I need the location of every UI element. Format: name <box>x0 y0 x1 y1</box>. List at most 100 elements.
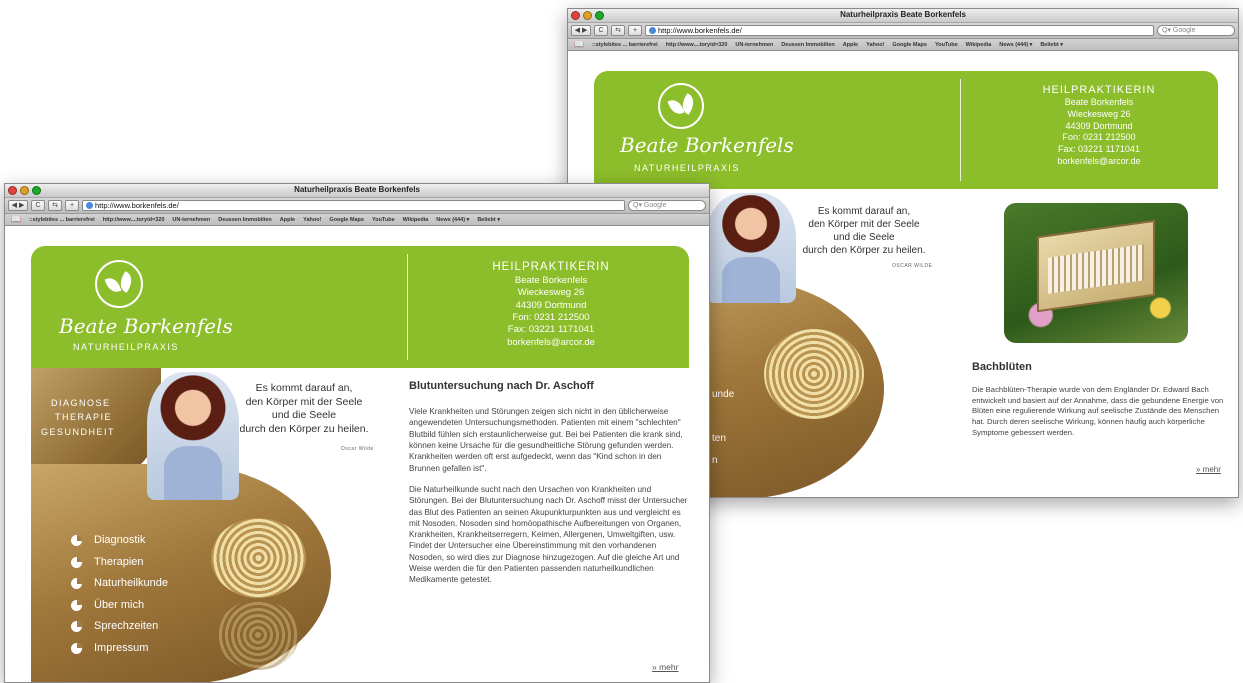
ammonite-reflection <box>217 600 299 670</box>
bookmark-item[interactable]: Yahoo! <box>303 217 321 223</box>
bookmark-item[interactable]: Deussen Immobilien <box>218 217 272 223</box>
quote: Es kommt darauf an, den Körper mit der S… <box>789 205 939 257</box>
back-forward-button[interactable]: ◀ ▶ <box>571 25 591 36</box>
bookmark-item[interactable]: Yahoo! <box>866 42 884 48</box>
address-bar[interactable]: http://www.borkenfels.de/ <box>645 25 1154 36</box>
left-nav: Diagnose Therapie Gesundheit <box>41 396 115 439</box>
menu-item-partial[interactable]: ten <box>712 433 726 444</box>
menu-item-impressum[interactable]: Impressum <box>71 638 168 660</box>
contact-email[interactable]: borkenfels@arcor.de <box>1024 156 1174 168</box>
menu-item-partial[interactable]: unde <box>712 389 734 400</box>
ammonite-image <box>764 329 864 419</box>
portrait-photo <box>147 372 239 500</box>
add-bookmark-icon[interactable]: + <box>628 25 642 36</box>
browser-toolbar: ◀ ▶ C ⇆ + http://www.borkenfels.de/ Q▾ G… <box>5 198 709 214</box>
menu-item-label: Über mich <box>94 598 145 611</box>
menu-item-partial[interactable]: n <box>712 455 718 466</box>
add-bookmark-icon[interactable]: + <box>65 200 79 211</box>
menu-item-label: Therapien <box>94 555 144 568</box>
nav-gesundheit[interactable]: Gesundheit <box>41 425 115 439</box>
menu-bullet-icon <box>71 578 82 590</box>
nav-diagnose[interactable]: Diagnose <box>41 396 115 410</box>
bachblueten-photo <box>1004 203 1188 343</box>
menu-item-naturheilkunde[interactable]: Naturheilkunde <box>71 573 168 595</box>
contact-fax: Fax: 03221 1171041 <box>1058 144 1140 155</box>
quote-author: Oscar Wilde <box>341 446 374 452</box>
article-paragraph: Viele Krankheiten und Störungen zeigen s… <box>409 407 683 473</box>
bookmarks-bar: 📖 ::stylebites ... barrierefrei http://w… <box>5 214 709 226</box>
snapback-icon[interactable]: ⇆ <box>48 200 62 211</box>
bookmark-item[interactable]: ::stylebites ... barrierefrei <box>29 217 95 223</box>
bookmarks-book-icon[interactable]: 📖 <box>574 40 584 49</box>
bookmark-item[interactable]: Deussen Immobilien <box>781 42 835 48</box>
bookmark-item[interactable]: ::stylebites ... barrierefrei <box>592 42 658 48</box>
bookmarks-book-icon[interactable]: 📖 <box>11 215 21 224</box>
contact-title: HEILPRAKTIKERIN <box>492 261 610 273</box>
quote-line: und die Seele <box>271 409 337 422</box>
bookmark-item[interactable]: Beliebt ▾ <box>477 217 500 223</box>
bookmark-item[interactable]: YouTube <box>372 217 395 223</box>
address-bar[interactable]: http://www.borkenfels.de/ <box>82 200 625 211</box>
menu-item-diagnostik[interactable]: Diagnostik <box>71 530 168 552</box>
bookmark-item[interactable]: Wikipedia <box>403 217 429 223</box>
contact-fax: Fax: 03221 1171041 <box>507 324 595 336</box>
url-text: http://www.borkenfels.de/ <box>658 26 742 35</box>
portrait-photo <box>706 193 796 303</box>
quote-line: durch den Körper zu heilen. <box>802 245 926 256</box>
bookmark-item[interactable]: UN-ternehmen <box>172 217 210 223</box>
browser-window-front[interactable]: Naturheilpraxis Beate Borkenfels ◀ ▶ C ⇆… <box>4 183 710 683</box>
main-menu: Diagnostik Therapien Naturheilkunde Über… <box>71 530 168 659</box>
nav-therapie[interactable]: Therapie <box>41 410 115 424</box>
search-input[interactable]: Q▾ Google <box>628 200 706 211</box>
browser-toolbar: ◀ ▶ C ⇆ + http://www.borkenfels.de/ Q▾ G… <box>568 23 1238 39</box>
snapback-icon[interactable]: ⇆ <box>611 25 625 36</box>
bookmark-item[interactable]: http://www....toryid=320 <box>103 217 165 223</box>
bookmark-item[interactable]: Google Maps <box>892 42 927 48</box>
bookmark-item[interactable]: Google Maps <box>329 217 364 223</box>
ammonite-image <box>211 518 306 598</box>
contact-name: Beate Borkenfels <box>514 274 588 286</box>
bookmark-item[interactable]: News (444) ▾ <box>999 42 1032 48</box>
search-input[interactable]: Q▾ Google <box>1157 25 1235 36</box>
bookmark-item[interactable]: YouTube <box>935 42 958 48</box>
hero-art: Diagnose Therapie Gesundheit Es kommt da… <box>31 368 381 682</box>
site-header: Beate Borkenfels Naturheilpraxis HEILPRA… <box>594 71 1218 189</box>
menu-item-label: Sprechzeiten <box>94 620 159 632</box>
bookmark-item[interactable]: Apple <box>843 42 858 48</box>
bookmark-item[interactable]: UN-ternehmen <box>735 42 773 48</box>
quote-line: den Körper mit der Seele <box>245 395 363 408</box>
bookmark-item[interactable]: Apple <box>280 217 295 223</box>
bookmark-item[interactable]: http://www....toryid=320 <box>666 42 728 48</box>
contact-email[interactable]: borkenfels@arcor.de <box>471 337 631 349</box>
quote-line: Es kommt darauf an, <box>817 206 911 217</box>
menu-item-sprechzeiten[interactable]: Sprechzeiten <box>71 616 168 638</box>
quote: Es kommt darauf an, den Körper mit der S… <box>229 382 379 437</box>
quote-line: den Körper mit der Seele <box>808 219 920 230</box>
back-forward-button[interactable]: ◀ ▶ <box>8 200 28 211</box>
contact-title: HEILPRAKTIKERIN <box>1042 84 1156 96</box>
article-title: Bachblüten <box>972 361 1032 373</box>
bookmark-item[interactable]: News (444) ▾ <box>436 217 469 223</box>
contact-name: Beate Borkenfels <box>1064 97 1134 108</box>
more-link[interactable]: » mehr <box>1196 465 1221 474</box>
quote-author: Oscar Wilde <box>892 263 933 269</box>
bookmarks-bar: 📖 ::stylebites ... barrierefrei http://w… <box>568 39 1238 51</box>
header-divider <box>407 254 408 360</box>
bookmark-item[interactable]: Beliebt ▾ <box>1040 42 1063 48</box>
menu-item-therapien[interactable]: Therapien <box>71 552 168 574</box>
menu-item-ueber-mich[interactable]: Über mich <box>71 595 168 617</box>
globe-icon <box>649 27 656 34</box>
article-paragraph: Die Bachblüten-Therapie wurde von dem En… <box>972 385 1224 437</box>
title-bar: Naturheilpraxis Beate Borkenfels <box>568 9 1238 23</box>
search-icon: Q▾ <box>1162 27 1173 34</box>
quote-line: Es kommt darauf an, <box>255 382 353 394</box>
search-placeholder: Google <box>643 202 667 209</box>
leaf-logo-icon <box>658 83 704 129</box>
more-link[interactable]: » mehr <box>652 662 678 672</box>
reload-icon[interactable]: C <box>31 200 45 211</box>
bookmark-item[interactable]: Wikipedia <box>966 42 992 48</box>
menu-bullet-icon <box>71 621 82 633</box>
article-bachblueten: Bachblüten Die Bachblüten-Therapie wurde… <box>972 361 1230 438</box>
menu-bullet-icon <box>71 599 82 611</box>
reload-icon[interactable]: C <box>594 25 608 36</box>
